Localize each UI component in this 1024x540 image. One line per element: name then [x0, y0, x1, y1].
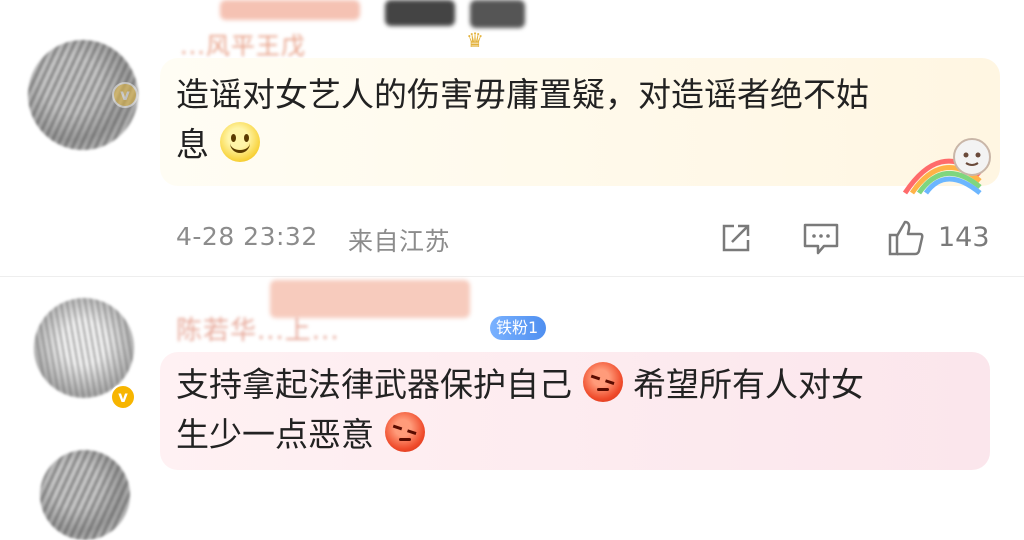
- comment-text: 息: [176, 120, 260, 170]
- comment-1: v ...风平王戊 ♛ 造谣对女艺人的伤害毋庸置疑，对造谣者绝不姑 息 4-28…: [0, 0, 1024, 270]
- verified-badge-icon: v: [112, 82, 138, 108]
- divider: [0, 276, 1024, 277]
- rainbow-sheep-sticker-icon: [902, 138, 991, 195]
- redaction-scribble: [220, 0, 360, 20]
- comment-text-line1: 造谣对女艺人的伤害毋庸置疑，对造谣者绝不姑: [176, 75, 869, 114]
- verified-badge-icon: v: [110, 384, 136, 410]
- redaction-scribble: [385, 0, 455, 26]
- share-icon[interactable]: [718, 220, 754, 256]
- fan-badge-label: 铁粉1: [496, 318, 539, 337]
- comment-text: 造谣对女艺人的伤害毋庸置疑，对造谣者绝不姑: [176, 70, 869, 120]
- smile-icon: [219, 122, 260, 162]
- comment-2: v 陈若华...上... 铁粉1 支持拿起法律武器保护自己 希望所有人对女 生少…: [0, 280, 1024, 540]
- like-count: 143: [938, 222, 990, 253]
- comment-text: 生少一点恶意: [176, 410, 425, 460]
- angry-icon: [582, 362, 623, 402]
- comment-date: 4-28 23:32: [176, 222, 318, 251]
- comment-text-line1: 支持拿起法律武器保护自己: [176, 365, 572, 404]
- comment-text-line2: 息: [176, 125, 209, 164]
- comment-text-line1-after: 希望所有人对女: [633, 365, 864, 404]
- avatar[interactable]: [40, 450, 130, 540]
- comment-text-line2: 生少一点恶意: [176, 415, 374, 454]
- redaction-scribble: [470, 0, 525, 28]
- like-icon[interactable]: [886, 218, 926, 258]
- crown-icon: ♛: [466, 28, 484, 52]
- comment-icon[interactable]: [802, 222, 840, 256]
- username[interactable]: 陈若华...上...: [176, 310, 340, 347]
- fan-badge: 铁粉1: [490, 316, 547, 340]
- comment-source: 来自江苏: [348, 227, 451, 256]
- username[interactable]: ...风平王戊: [180, 26, 306, 61]
- comment-text: 支持拿起法律武器保护自己 希望所有人对女: [176, 360, 864, 410]
- angry-icon: [384, 412, 425, 452]
- avatar[interactable]: [34, 298, 134, 398]
